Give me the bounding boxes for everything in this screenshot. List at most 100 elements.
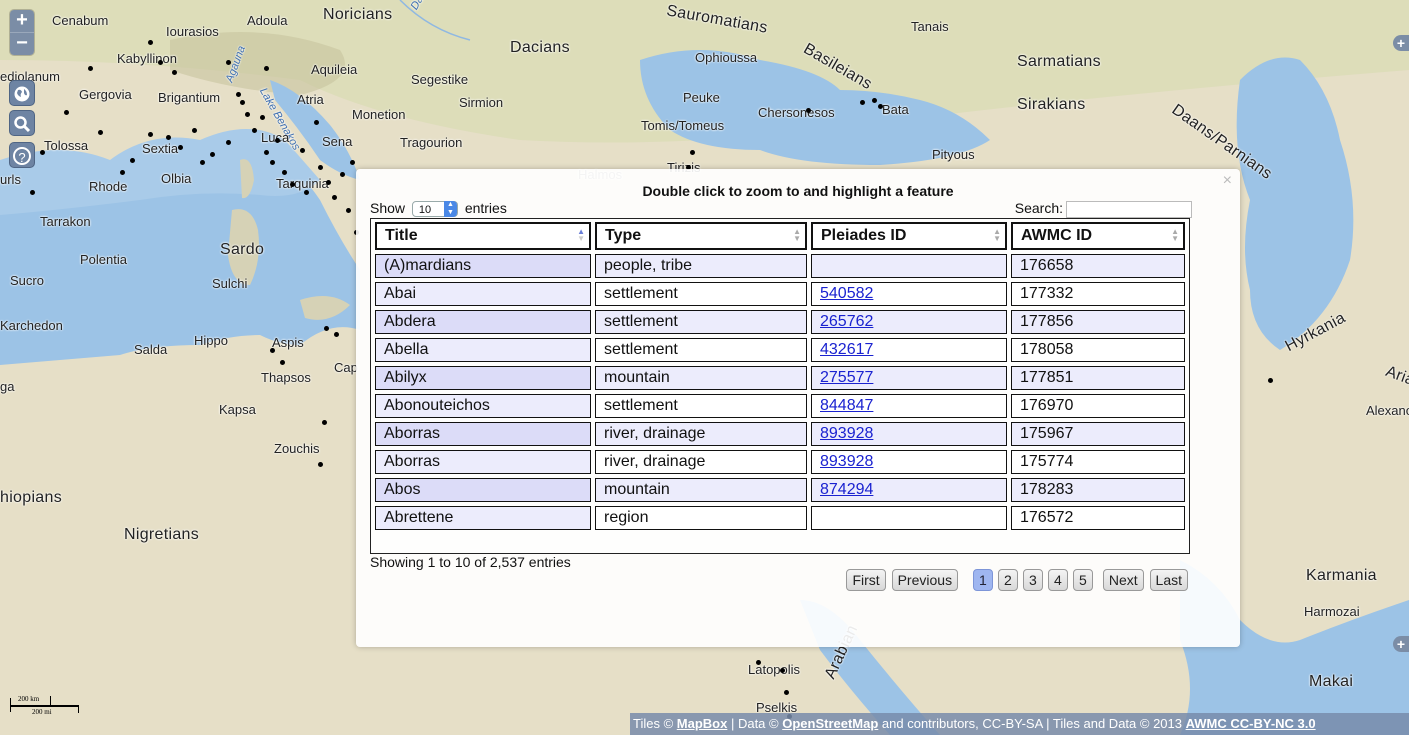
map-point-marker[interactable]	[260, 115, 265, 120]
map-point-marker[interactable]	[236, 92, 241, 97]
map-point-marker[interactable]	[784, 690, 789, 695]
table-row[interactable]: Abrettene region 176572	[375, 506, 1185, 530]
table-row[interactable]: Abilyx mountain 275577 177851	[375, 366, 1185, 390]
map-point-marker[interactable]	[290, 182, 295, 187]
map-point-marker[interactable]	[1268, 378, 1273, 383]
map-point-marker[interactable]	[226, 140, 231, 145]
pleiades-link[interactable]: 275577	[820, 369, 873, 386]
last-page-button[interactable]: Last	[1149, 569, 1188, 591]
map-point-marker[interactable]	[332, 195, 337, 200]
map-point-marker[interactable]	[270, 348, 275, 353]
map-point-marker[interactable]	[318, 462, 323, 467]
column-header-awmc-id[interactable]: AWMC ID ▲ ▼	[1011, 222, 1185, 250]
map-point-marker[interactable]	[334, 332, 339, 337]
map-point-marker[interactable]	[245, 112, 250, 117]
table-row[interactable]: Aborras river, drainage 893928 175774	[375, 450, 1185, 474]
pleiades-link[interactable]: 893928	[820, 453, 873, 470]
page-1-button[interactable]: 1	[972, 569, 993, 591]
pleiades-link[interactable]: 540582	[820, 285, 873, 302]
map-point-marker[interactable]	[318, 165, 323, 170]
awmc-link[interactable]: AWMC CC-BY-NC 3.0	[1186, 716, 1316, 731]
pleiades-link[interactable]: 265762	[820, 313, 873, 330]
add-layer-icon[interactable]: +	[1393, 35, 1409, 51]
map-point-marker[interactable]	[878, 104, 883, 109]
page-2-button[interactable]: 2	[997, 569, 1018, 591]
map-attribution: Tiles © MapBox | Data © OpenStreetMap an…	[630, 713, 1409, 735]
page-3-button[interactable]: 3	[1022, 569, 1043, 591]
table-row[interactable]: Aborras river, drainage 893928 175967	[375, 422, 1185, 446]
map-point-marker[interactable]	[264, 150, 269, 155]
map-point-marker[interactable]	[148, 40, 153, 45]
map-point-marker[interactable]	[780, 668, 785, 673]
map-point-marker[interactable]	[166, 135, 171, 140]
table-row[interactable]: Abella settlement 432617 178058	[375, 338, 1185, 362]
map-point-marker[interactable]	[340, 172, 345, 177]
column-header-label: Title	[385, 227, 418, 244]
column-header-pleiades-id[interactable]: Pleiades ID ▲ ▼	[811, 222, 1007, 250]
map-point-marker[interactable]	[314, 120, 319, 125]
map-point-marker[interactable]	[872, 98, 877, 103]
map-point-marker[interactable]	[326, 180, 331, 185]
map-point-marker[interactable]	[264, 66, 269, 71]
map-point-marker[interactable]	[226, 60, 231, 65]
map-point-marker[interactable]	[346, 208, 351, 213]
map-point-marker[interactable]	[200, 160, 205, 165]
map-point-marker[interactable]	[690, 150, 695, 155]
map-point-marker[interactable]	[130, 158, 135, 163]
table-row[interactable]: Abos mountain 874294 178283	[375, 478, 1185, 502]
map-point-marker[interactable]	[300, 148, 305, 153]
page-5-button[interactable]: 5	[1072, 569, 1093, 591]
title-cell: Abella	[375, 338, 591, 362]
map-point-marker[interactable]	[98, 130, 103, 135]
page-length-select[interactable]: 10 ▲ ▼	[411, 201, 458, 218]
map-point-marker[interactable]	[282, 170, 287, 175]
page-4-button[interactable]: 4	[1047, 569, 1068, 591]
map-point-marker[interactable]	[240, 100, 245, 105]
map-point-marker[interactable]	[324, 326, 329, 331]
next-page-button[interactable]: Next	[1102, 569, 1144, 591]
map-point-marker[interactable]	[860, 100, 865, 105]
map-point-marker[interactable]	[178, 145, 183, 150]
globe-layers-button[interactable]	[9, 80, 35, 106]
search-input[interactable]	[1066, 200, 1192, 218]
map-point-marker[interactable]	[64, 110, 69, 115]
column-header-type[interactable]: Type ▲ ▼	[595, 222, 807, 250]
map-point-marker[interactable]	[275, 138, 280, 143]
search-map-button[interactable]	[9, 110, 35, 136]
openstreetmap-link[interactable]: OpenStreetMap	[782, 716, 878, 731]
help-button[interactable]: ?	[9, 142, 35, 168]
pleiades-link[interactable]: 844847	[820, 397, 873, 414]
map-point-marker[interactable]	[40, 150, 45, 155]
map-point-marker[interactable]	[322, 420, 327, 425]
table-row[interactable]: Abonouteichos settlement 844847 176970	[375, 394, 1185, 418]
table-row[interactable]: Abai settlement 540582 177332	[375, 282, 1185, 306]
map-point-marker[interactable]	[148, 132, 153, 137]
zoom-out-button[interactable]: −	[10, 33, 34, 55]
map-point-marker[interactable]	[30, 190, 35, 195]
map-point-marker[interactable]	[252, 128, 257, 133]
map-point-marker[interactable]	[270, 160, 275, 165]
zoom-in-button[interactable]: +	[10, 10, 34, 33]
map-point-marker[interactable]	[120, 170, 125, 175]
pleiades-link[interactable]: 893928	[820, 425, 873, 442]
map-point-marker[interactable]	[350, 160, 355, 165]
add-layer-icon-bottom[interactable]: +	[1393, 636, 1409, 652]
map-point-marker[interactable]	[304, 190, 309, 195]
map-point-marker[interactable]	[806, 108, 811, 113]
column-header-title[interactable]: Title ▲ ▼	[375, 222, 591, 250]
map-point-marker[interactable]	[172, 70, 177, 75]
pleiades-link[interactable]: 432617	[820, 341, 873, 358]
map-point-marker[interactable]	[192, 128, 197, 133]
pleiades-link[interactable]: 874294	[820, 481, 873, 498]
table-body: (A)mardians people, tribe 176658 Abai settle…	[375, 254, 1185, 530]
first-page-button[interactable]: First	[846, 569, 886, 591]
mapbox-link[interactable]: MapBox	[677, 716, 728, 731]
table-row[interactable]: Abdera settlement 265762 177856	[375, 310, 1185, 334]
map-point-marker[interactable]	[280, 360, 285, 365]
map-point-marker[interactable]	[756, 660, 761, 665]
map-point-marker[interactable]	[88, 66, 93, 71]
previous-page-button[interactable]: Previous	[891, 569, 959, 591]
table-row[interactable]: (A)mardians people, tribe 176658	[375, 254, 1185, 278]
map-point-marker[interactable]	[158, 60, 163, 65]
map-point-marker[interactable]	[210, 152, 215, 157]
